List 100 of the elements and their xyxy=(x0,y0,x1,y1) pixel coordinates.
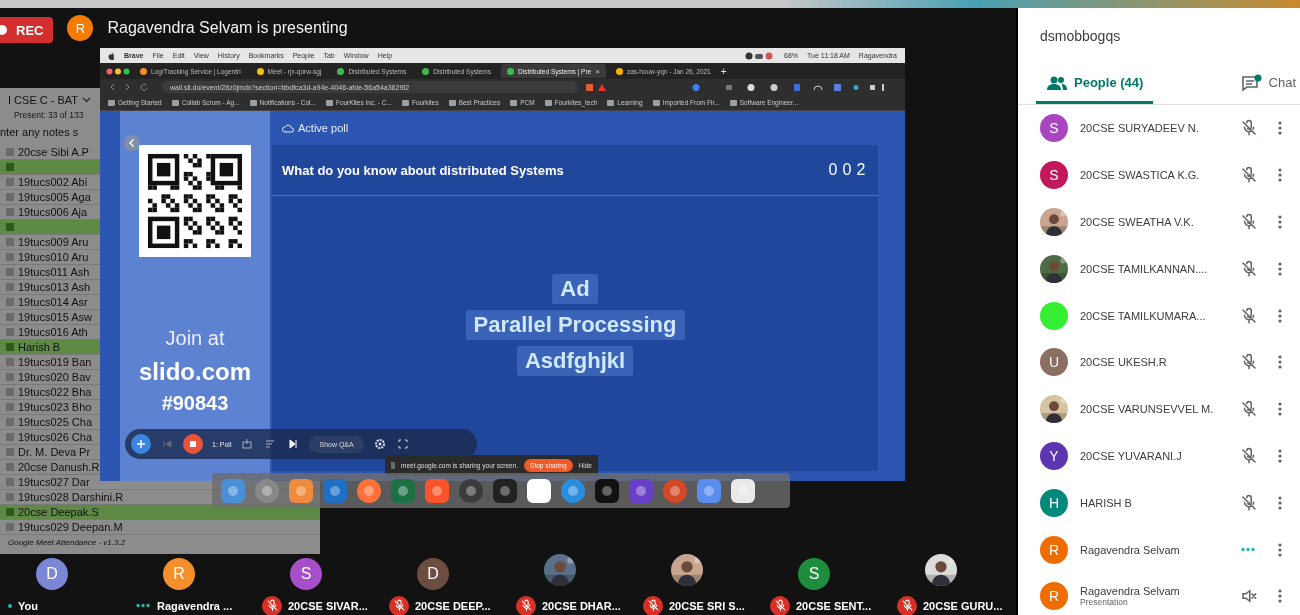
apple-icon[interactable] xyxy=(108,51,115,60)
bookmark-icon xyxy=(325,99,333,106)
participant-name: 20CSE DEEP... xyxy=(415,599,491,612)
checkbox[interactable] xyxy=(6,328,14,336)
avatar: R xyxy=(163,557,195,590)
avatar: S xyxy=(1040,161,1068,190)
bookmark-icon xyxy=(108,99,115,106)
checkbox[interactable] xyxy=(6,253,14,261)
checkbox[interactable] xyxy=(6,268,14,276)
word-cloud-answer: Ad xyxy=(552,274,598,304)
checkbox[interactable] xyxy=(6,448,14,456)
more-options-icon[interactable] xyxy=(1278,542,1282,557)
fullscreen-icon[interactable] xyxy=(395,437,410,451)
attendance-summary: Present: 33 of 133 xyxy=(14,110,85,120)
student-name: 19tucs026 Cha xyxy=(18,431,92,443)
more-options-icon[interactable] xyxy=(1278,589,1282,604)
panel-tab[interactable]: People (44) xyxy=(1036,64,1154,104)
student-name: 19tucs014 Asr xyxy=(18,296,88,308)
close-tab-button[interactable]: × xyxy=(595,66,600,76)
checkbox[interactable] xyxy=(6,208,14,216)
student-name: 19tucs025 Cha xyxy=(18,416,92,428)
checkbox[interactable] xyxy=(6,178,14,186)
bookmark-icon xyxy=(171,99,179,106)
more-options-icon[interactable] xyxy=(1278,121,1282,136)
dock-app-icon[interactable] xyxy=(356,477,382,504)
dock-app-icon[interactable] xyxy=(458,477,484,504)
participant-name: You xyxy=(18,599,38,612)
more-options-icon[interactable] xyxy=(1278,495,1282,510)
participant-name: 20CSE SURYADEEV N. xyxy=(1080,122,1200,135)
more-options-icon[interactable] xyxy=(1278,215,1282,229)
student-name: 19tucs029 Deepan.M xyxy=(18,521,123,533)
dock-app-icon[interactable] xyxy=(560,477,586,504)
new-tab-button[interactable]: + xyxy=(720,65,727,77)
checkbox[interactable] xyxy=(6,463,14,471)
dock-app-icon[interactable] xyxy=(526,477,552,504)
avatar: S xyxy=(290,557,322,590)
participant-name: 20CSE GURU... xyxy=(923,599,1003,612)
checkbox[interactable] xyxy=(6,403,14,411)
checkbox[interactable] xyxy=(6,313,14,321)
join-label: Join at xyxy=(165,327,225,350)
chevron-down-icon[interactable] xyxy=(82,97,92,103)
bookmark-icon xyxy=(544,99,552,106)
checkbox[interactable] xyxy=(6,148,14,156)
more-options-icon[interactable] xyxy=(1278,261,1282,276)
recording-label: REC xyxy=(16,22,44,38)
dock-app-icon[interactable] xyxy=(696,477,722,504)
more-options-icon[interactable] xyxy=(1278,402,1282,417)
previous-icon[interactable] xyxy=(160,437,174,451)
open-in-window-icon[interactable] xyxy=(240,437,255,451)
checkbox[interactable] xyxy=(6,163,14,171)
drag-handle-icon[interactable] xyxy=(391,461,395,469)
more-options-icon[interactable] xyxy=(1278,308,1282,323)
student-name: 19tucs013 Ash xyxy=(18,281,91,293)
checkbox[interactable] xyxy=(6,523,14,531)
student-name: 19tucs016 Ath xyxy=(18,326,88,338)
speaker-off-icon xyxy=(1240,587,1258,606)
participant-name: HARISH B xyxy=(1080,496,1133,509)
settings-icon[interactable] xyxy=(372,437,387,451)
student-name: Harish B xyxy=(18,341,61,353)
more-options-icon[interactable] xyxy=(1278,355,1282,370)
chat-icon xyxy=(1240,73,1263,92)
checkbox[interactable] xyxy=(6,493,14,501)
more-options-icon[interactable] xyxy=(1278,448,1282,463)
checkbox[interactable] xyxy=(6,508,14,516)
add-button[interactable] xyxy=(131,434,151,454)
checkbox[interactable] xyxy=(6,238,14,246)
student-name: 19tucs011 Ash xyxy=(18,266,90,278)
stop-button[interactable] xyxy=(183,434,203,454)
participant-name: 20CSE DHAR... xyxy=(542,599,621,612)
window-controls-icon[interactable] xyxy=(106,67,130,75)
dock-app-icon[interactable] xyxy=(730,477,756,504)
back-button[interactable] xyxy=(124,135,140,151)
checkbox[interactable] xyxy=(6,283,14,291)
student-name: 19tucs019 Ban xyxy=(18,356,92,368)
extension-icons-drawing[interactable] xyxy=(586,82,886,92)
checkbox[interactable] xyxy=(6,418,14,426)
participant-name: 20CSE SWEATHA V.K. xyxy=(1080,216,1195,228)
checkbox[interactable] xyxy=(6,358,14,366)
bookmark-icon xyxy=(249,99,257,106)
checkbox[interactable] xyxy=(6,373,14,381)
more-options-icon[interactable] xyxy=(1278,168,1282,183)
dock-app-icon[interactable] xyxy=(594,477,620,504)
checkbox[interactable] xyxy=(6,193,14,201)
checkbox[interactable] xyxy=(6,388,14,396)
dock-app-icon[interactable] xyxy=(424,477,450,504)
dock-app-icon[interactable] xyxy=(492,477,518,504)
response-counter-digit: 2 xyxy=(856,161,866,179)
checkbox[interactable] xyxy=(6,298,14,306)
mic-off-icon xyxy=(1240,353,1258,372)
checkbox[interactable] xyxy=(6,478,14,486)
dock-app-icon[interactable] xyxy=(288,477,314,504)
checkbox[interactable] xyxy=(6,223,14,231)
panel-tab[interactable]: Chat xyxy=(1230,64,1300,104)
avatar: R xyxy=(1040,582,1068,611)
class-selector[interactable]: I CSE C - BAT xyxy=(8,94,79,106)
checkbox[interactable] xyxy=(6,433,14,441)
notes-field[interactable]: nter any notes s xyxy=(0,126,79,138)
checkbox[interactable] xyxy=(6,343,14,351)
poll-status: Active poll xyxy=(298,122,349,134)
bookmark-icon xyxy=(510,99,518,106)
